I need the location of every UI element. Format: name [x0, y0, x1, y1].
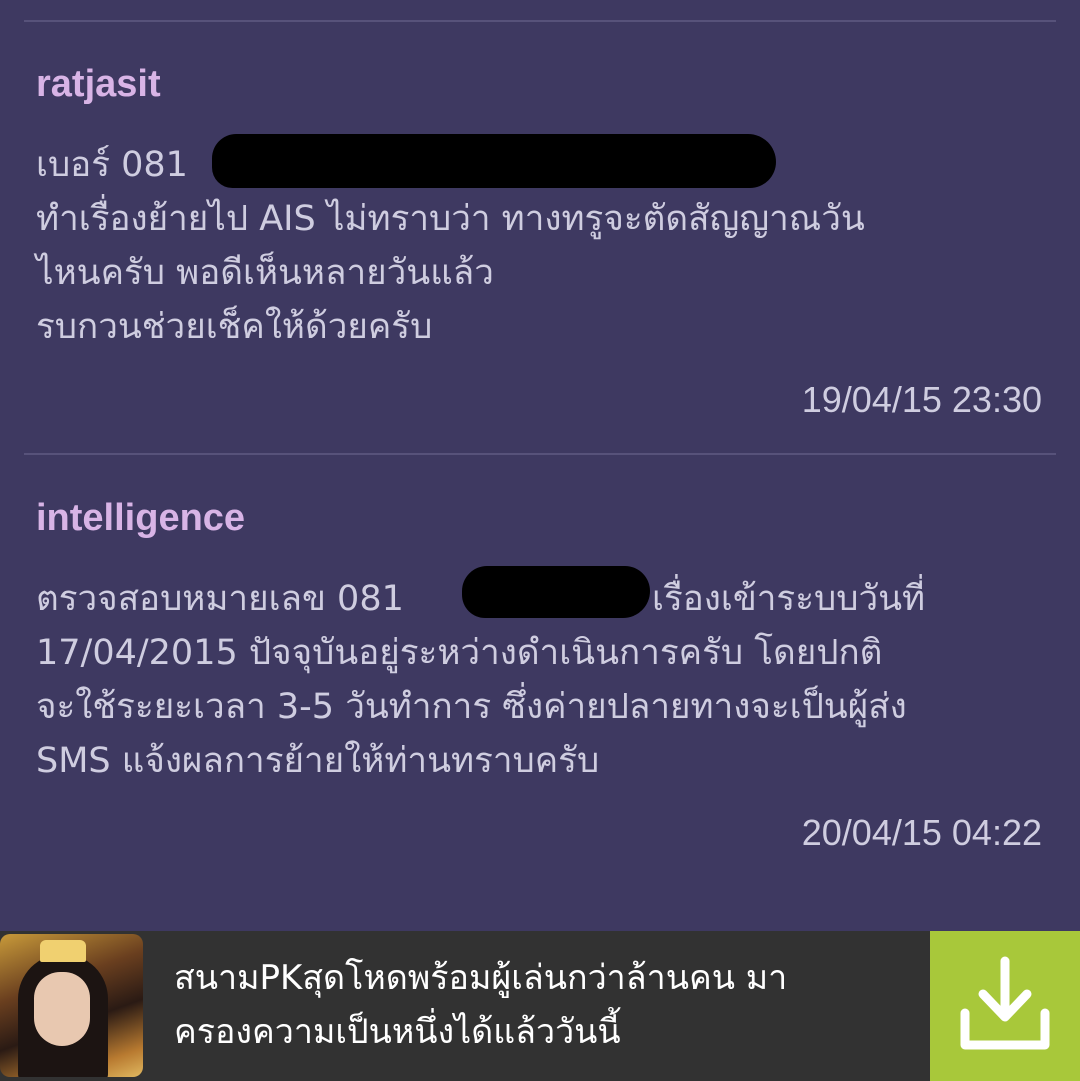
comment-line: เรื่องเข้าระบบวันที่ [652, 579, 926, 619]
comment-line: 17/04/2015 ปัจจุบันอยู่ระหว่างดำเนินการค… [36, 633, 883, 673]
comment-timestamp: 20/04/15 04:22 [801, 812, 1042, 853]
ad-headline[interactable]: สนามPKสุดโหดพร้อมผู้เล่นกว่าล้านคน มา [174, 950, 787, 1006]
divider [24, 453, 1056, 455]
redaction-mark [212, 134, 776, 188]
comment-line: SMS แจ้งผลการย้ายให้ท่านทราบครับ [36, 741, 600, 781]
ad-download-button[interactable] [930, 931, 1080, 1081]
ad-banner[interactable]: สนามPKสุดโหดพร้อมผู้เล่นกว่าล้านคน มา คร… [0, 931, 1080, 1081]
comment-line: รบกวนช่วยเช็คให้ด้วยครับ [36, 307, 433, 347]
comments-page: ratjasit เบอร์ 081 ทำเรื่องย้ายไป AIS ไม… [0, 0, 1080, 1081]
comment-line: ไหนครับ พอดีเห็นหลายวันแล้ว [36, 253, 494, 293]
comment-line: เบอร์ 081 [36, 145, 188, 185]
comment-author[interactable]: intelligence [36, 496, 245, 540]
comment-timestamp: 19/04/15 23:30 [801, 379, 1042, 420]
download-icon [960, 956, 1050, 1050]
redaction-mark [462, 566, 650, 618]
ad-image-face [34, 972, 90, 1046]
comment-author[interactable]: ratjasit [36, 62, 161, 106]
comment-line: ทำเรื่องย้ายไป AIS ไม่ทราบว่า ทางทรูจะตั… [36, 199, 865, 239]
ad-headline-cont[interactable]: ครองความเป็นหนึ่งได้แล้ววันนี้ [174, 1004, 621, 1060]
comment-line: จะใช้ระยะเวลา 3-5 วันทำการ ซึ่งค่ายปลายท… [36, 687, 907, 727]
ad-image-crown [40, 940, 86, 962]
comment-line: ตรวจสอบหมายเลข 081 [36, 579, 404, 619]
ad-game-image[interactable] [0, 934, 143, 1077]
divider [24, 20, 1056, 22]
